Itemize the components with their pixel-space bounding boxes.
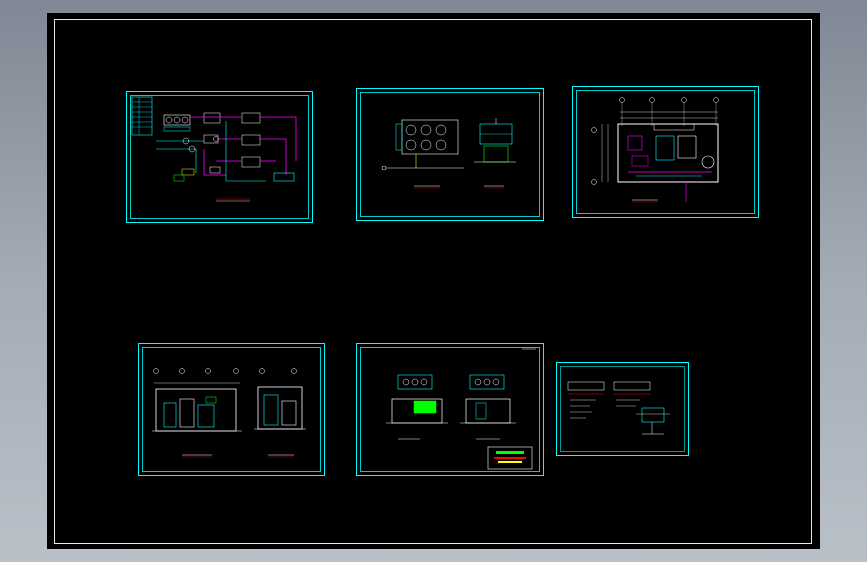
room-plan-drawing — [572, 86, 759, 218]
section-elevation-drawing — [138, 343, 325, 476]
sheet-detail[interactable] — [556, 362, 689, 456]
system-diagram-drawing — [126, 91, 313, 223]
sheet-section-elevation[interactable] — [138, 343, 325, 476]
sheet-unit-elevation[interactable] — [356, 343, 544, 476]
sheet-unit-plan[interactable] — [356, 88, 544, 221]
detail-drawing — [556, 362, 689, 456]
unit-plan-drawing — [356, 88, 544, 221]
sheet-system-diagram[interactable] — [126, 91, 313, 223]
sheet-room-plan[interactable] — [572, 86, 759, 218]
unit-elevation-drawing — [356, 343, 544, 476]
